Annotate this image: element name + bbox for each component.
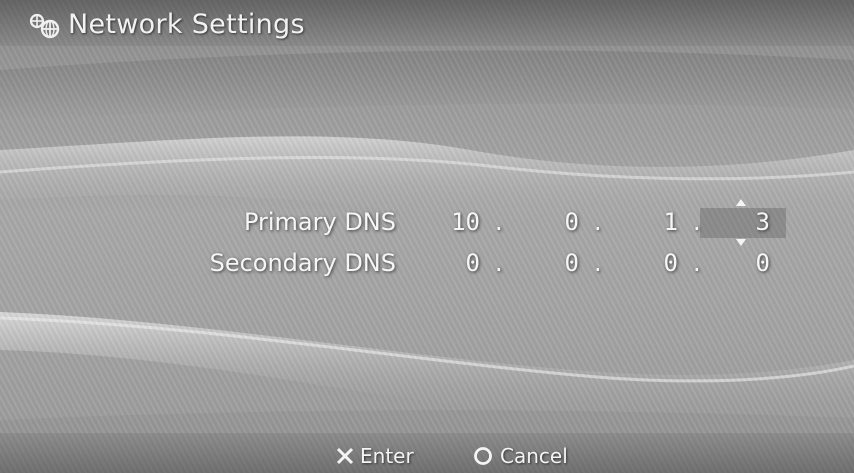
circle-button-icon: [474, 447, 492, 465]
secondary-dns-label: Secondary DNS: [209, 249, 396, 277]
primary-dns-octet-2[interactable]: 0: [533, 208, 579, 236]
footer-bar: [0, 433, 854, 473]
cancel-button[interactable]: Cancel: [472, 443, 568, 469]
secondary-dns-octet-2[interactable]: 0: [533, 249, 579, 277]
secondary-dns-octet-4[interactable]: 0: [722, 249, 770, 277]
decrement-arrow-icon[interactable]: [736, 239, 746, 246]
title-bar: Network Settings: [0, 0, 854, 46]
primary-dns-octet-4[interactable]: 3: [722, 208, 770, 236]
secondary-dns-octet-3[interactable]: 0: [632, 249, 678, 277]
enter-label: Enter: [360, 444, 414, 468]
secondary-dns-octet-1[interactable]: 0: [434, 249, 480, 277]
octet-separator: .: [594, 249, 602, 277]
network-settings-screen: Network Settings Primary DNS 10 . 0 . 1 …: [0, 0, 854, 473]
primary-dns-octet-3[interactable]: 1: [632, 208, 678, 236]
octet-separator: .: [693, 208, 701, 236]
increment-arrow-icon[interactable]: [736, 199, 746, 206]
octet-separator: .: [594, 208, 602, 236]
octet-separator: .: [495, 208, 503, 236]
octet-separator: .: [693, 249, 701, 277]
enter-button[interactable]: Enter: [334, 443, 414, 469]
network-globe-icon: [29, 13, 60, 39]
primary-dns-octet-1[interactable]: 10: [434, 208, 480, 236]
page-title: Network Settings: [68, 9, 305, 40]
cancel-label: Cancel: [500, 444, 568, 468]
octet-separator: .: [495, 249, 503, 277]
cross-button-icon: [336, 447, 354, 465]
primary-dns-label: Primary DNS: [243, 208, 396, 236]
